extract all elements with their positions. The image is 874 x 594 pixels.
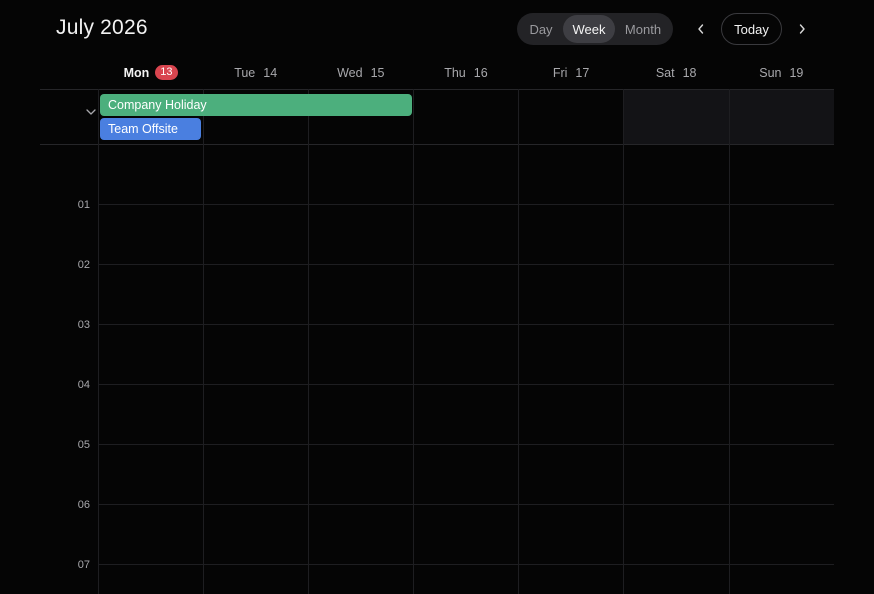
calendar-app: July 2026 Day Week Month Today Mon 13 Tu…	[0, 0, 874, 594]
hour-label: 01	[77, 199, 90, 211]
all-day-collapse-toggle[interactable]	[83, 104, 99, 120]
day-header-sat[interactable]: Sat 18	[624, 56, 729, 89]
hour-line	[98, 204, 834, 205]
view-month-button[interactable]: Month	[615, 15, 671, 43]
column-divider	[98, 89, 99, 594]
day-header-tue[interactable]: Tue 14	[203, 56, 308, 89]
day-name: Wed	[337, 65, 363, 80]
column-divider	[729, 89, 730, 594]
day-name: Sun	[759, 65, 782, 80]
chevron-left-icon	[698, 24, 704, 34]
day-number: 18	[682, 65, 697, 80]
hour-line	[98, 564, 834, 565]
view-week-button[interactable]: Week	[563, 15, 615, 43]
day-header-wed[interactable]: Wed 15	[308, 56, 413, 89]
day-name: Tue	[234, 65, 256, 80]
view-switcher: Day Week Month	[517, 13, 673, 45]
hour-line	[98, 264, 834, 265]
day-headers: Mon 13 Tue 14 Wed 15 Thu 16 Fri 17 Sat 1…	[98, 56, 834, 89]
previous-week-button[interactable]	[688, 16, 714, 42]
view-day-button[interactable]: Day	[519, 15, 563, 43]
column-divider	[203, 89, 204, 594]
next-week-button[interactable]	[789, 16, 815, 42]
day-number: 15	[370, 65, 385, 80]
day-header-thu[interactable]: Thu 16	[413, 56, 518, 89]
day-name: Thu	[444, 65, 466, 80]
event-team-offsite[interactable]: Team Offsite	[100, 118, 201, 140]
day-number: 14	[263, 65, 278, 80]
column-divider	[308, 89, 309, 594]
page-title: July 2026	[56, 16, 148, 39]
day-header-fri[interactable]: Fri 17	[519, 56, 624, 89]
column-divider	[413, 89, 414, 594]
column-divider	[518, 89, 519, 594]
hour-line	[98, 384, 834, 385]
event-company-holiday[interactable]: Company Holiday	[100, 94, 412, 116]
day-name: Fri	[552, 65, 568, 80]
chevron-down-icon	[86, 109, 96, 115]
today-date-badge: 13	[155, 65, 178, 80]
hour-label: 06	[77, 499, 90, 511]
day-number: 19	[789, 65, 804, 80]
hour-line	[98, 324, 834, 325]
day-name: Mon	[123, 65, 150, 80]
hour-label: 04	[77, 379, 90, 391]
hour-label: 02	[77, 259, 90, 271]
hour-line	[98, 444, 834, 445]
day-name: Sat	[655, 65, 675, 80]
day-number: 16	[473, 65, 488, 80]
hour-line	[98, 504, 834, 505]
day-number: 17	[575, 65, 590, 80]
hour-label: 03	[77, 319, 90, 331]
hour-label: 07	[77, 559, 90, 571]
hour-label: 05	[77, 439, 90, 451]
column-divider	[623, 89, 624, 594]
chevron-right-icon	[799, 24, 805, 34]
day-header-mon[interactable]: Mon 13	[98, 56, 203, 89]
today-button[interactable]: Today	[721, 13, 782, 45]
day-header-sun[interactable]: Sun 19	[729, 56, 834, 89]
